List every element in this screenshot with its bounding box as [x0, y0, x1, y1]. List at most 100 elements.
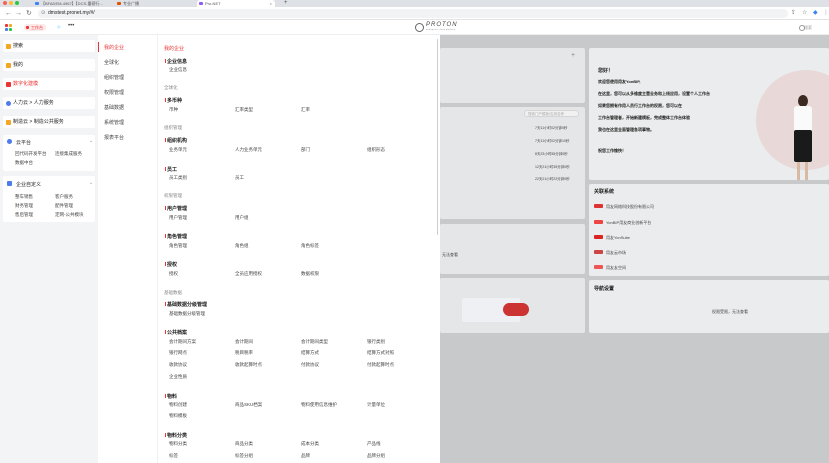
- round-icon[interactable]: ◎: [57, 24, 62, 30]
- menu2-item[interactable]: 组织形态: [367, 147, 385, 153]
- menu2-item[interactable]: 付款起算时点: [367, 362, 394, 368]
- related-system-link[interactable]: 用友网络科技股份有限公司: [594, 204, 654, 210]
- sidebar-item-search[interactable]: 搜索: [3, 40, 95, 52]
- menu2-item[interactable]: 物料创建: [169, 402, 187, 408]
- welcome-line: 如果您拥有作用人员行工作台的权限，您可以在: [598, 103, 682, 108]
- menu2-item[interactable]: 成本分类: [301, 441, 319, 447]
- menu2-item[interactable]: 物料分类: [169, 441, 187, 447]
- menu1-basic-data[interactable]: 基础数据: [104, 104, 124, 111]
- related-system-link[interactable]: 用友YonSuite: [594, 235, 630, 241]
- custom-item[interactable]: 整车销售: [15, 194, 33, 200]
- menu2-item[interactable]: 企业信息: [169, 67, 187, 73]
- menu2-item[interactable]: 数据权限: [301, 271, 319, 277]
- menu2-item[interactable]: 汇率: [301, 107, 310, 113]
- menu2-item[interactable]: 角色组: [235, 243, 249, 249]
- menu2-item[interactable]: 用户管理: [169, 215, 187, 221]
- menu2-item[interactable]: 商品分类: [235, 441, 253, 447]
- zoom-window-button[interactable]: [15, 1, 19, 5]
- related-system-link[interactable]: YonBIP用友商业创新平台: [594, 220, 651, 226]
- menu1-my-enterprise[interactable]: 我的企业: [104, 44, 124, 51]
- menu2-item[interactable]: 员工类别: [169, 175, 187, 181]
- portal-search-input[interactable]: 搜索门户模板/应用名称: [524, 110, 579, 117]
- menu2-item[interactable]: 角色管理: [169, 243, 187, 249]
- menu1-org-management[interactable]: 组织管理: [104, 74, 124, 81]
- enterprise-custom-header[interactable]: 企业自定义 ⌄: [7, 180, 93, 188]
- sidebar-item-digital-modeling[interactable]: 数字化建模: [3, 78, 95, 90]
- menu2-item[interactable]: 全员应用授权: [235, 271, 262, 277]
- cloud-item[interactable]: 数据中台: [15, 160, 33, 166]
- menu-scrollbar[interactable]: [437, 39, 438, 235]
- sidebar-item-manufacturing-cloud[interactable]: 制造云 > 制造公共服务: [3, 116, 95, 128]
- cloud-item[interactable]: 回代码开发平台: [15, 151, 47, 157]
- menu2-item[interactable]: 企业性质: [169, 374, 187, 380]
- menu2-item[interactable]: 用户组: [235, 215, 249, 221]
- cloud-platform-header[interactable]: 云平台 ⌄: [7, 138, 93, 146]
- menu2-item[interactable]: 币种: [169, 107, 178, 113]
- menu2-item[interactable]: 角色标签: [301, 243, 319, 249]
- custom-item[interactable]: 客户服务: [55, 194, 73, 200]
- close-tab-icon[interactable]: ×: [270, 0, 272, 7]
- menu1-permission-management[interactable]: 权限管理: [104, 89, 124, 96]
- menu2-item[interactable]: 银行网点: [169, 350, 187, 356]
- menu2-item[interactable]: 品牌分组: [367, 453, 385, 459]
- browser-menu-icon[interactable]: ⋮: [823, 9, 829, 18]
- menu2-item[interactable]: 业务单元: [169, 147, 187, 153]
- custom-item[interactable]: 配件管理: [55, 203, 73, 209]
- menu2-item[interactable]: 结算方式对照: [367, 350, 394, 356]
- menu2-item[interactable]: 标签分组: [235, 453, 253, 459]
- new-tab-button[interactable]: +: [284, 0, 288, 6]
- menu2-item[interactable]: 员工: [235, 175, 244, 181]
- menu2-item[interactable]: 会计期间: [235, 339, 253, 345]
- header-search[interactable]: 搜索: [799, 24, 812, 31]
- related-system-link[interactable]: 用友云市场: [594, 250, 626, 256]
- menu2-item[interactable]: 标签: [169, 453, 178, 459]
- menu1-globalization[interactable]: 全球化: [104, 59, 119, 66]
- back-button[interactable]: ←: [5, 9, 12, 18]
- menu2-item[interactable]: 商品SKU档案: [235, 402, 262, 408]
- sidebar-item-hr-cloud[interactable]: 人力云 > 人力服务: [3, 97, 95, 109]
- menu2-item[interactable]: 品牌: [301, 453, 310, 459]
- illustration-lock-icon: [503, 303, 529, 316]
- cloud-item[interactable]: 连接集成服务: [55, 151, 82, 157]
- sidebar-item-mine[interactable]: 我的: [3, 59, 95, 71]
- menu2-item[interactable]: 物料模板: [169, 413, 187, 419]
- forward-button[interactable]: →: [15, 9, 22, 18]
- menu2-item[interactable]: 人力业务单元: [235, 147, 262, 153]
- extension-icon[interactable]: ◆: [813, 9, 818, 18]
- url-field[interactable]: ⊙ dmstest.pronet.my/#/: [38, 9, 788, 18]
- browser-tab-3[interactable]: Pro-NET ×: [197, 0, 275, 7]
- browser-tab-2[interactable]: 专业广播: [115, 0, 193, 7]
- custom-item[interactable]: 售后管理: [15, 212, 33, 218]
- menu2-item[interactable]: 税目税率: [235, 350, 253, 356]
- star-icon[interactable]: ☆: [802, 9, 807, 18]
- menu2-item[interactable]: 收款起算时点: [235, 362, 262, 368]
- reload-button[interactable]: ↻: [26, 9, 32, 18]
- custom-item[interactable]: 定网-公共模块: [55, 212, 84, 218]
- more-icon[interactable]: •••: [68, 23, 74, 29]
- menu2-item[interactable]: 产品线: [367, 441, 381, 447]
- menu1-report-platform[interactable]: 报表平台: [104, 134, 124, 141]
- share-icon[interactable]: ⇪: [791, 9, 796, 18]
- minimize-window-button[interactable]: [9, 1, 13, 5]
- menu2-item[interactable]: 结算方式: [301, 350, 319, 356]
- menu-level-2: 我的企业 企业信息 企业信息 全球化 多币种 币种 汇率类型 汇率 组织管理 组…: [158, 35, 440, 463]
- menu2-item[interactable]: 银行类别: [367, 339, 385, 345]
- menu2-item[interactable]: 收款协议: [169, 362, 187, 368]
- menu2-item[interactable]: 付款协议: [301, 362, 319, 368]
- menu2-item[interactable]: 计量单位: [367, 402, 385, 408]
- add-icon[interactable]: +: [571, 52, 575, 59]
- menu1-system-management[interactable]: 系统管理: [104, 119, 124, 126]
- menu2-item[interactable]: 基础数据分级管理: [169, 311, 205, 317]
- menu2-item[interactable]: 汇率类型: [235, 107, 253, 113]
- menu2-item[interactable]: 部门: [301, 147, 310, 153]
- menu2-item[interactable]: 授权: [169, 271, 178, 277]
- close-window-button[interactable]: [3, 1, 7, 5]
- menu2-item[interactable]: 会计期间类型: [301, 339, 328, 345]
- menu2-item[interactable]: 物料使用信息维护: [301, 402, 337, 408]
- workspace-button[interactable]: 工作台: [24, 24, 46, 31]
- browser-tab-1[interactable]: 【BFADEM-4967】【DCS-重磅行...: [33, 0, 113, 7]
- menu2-item[interactable]: 会计期间方案: [169, 339, 196, 345]
- custom-item[interactable]: 财务管理: [15, 203, 33, 209]
- app-grid-icon[interactable]: [5, 24, 13, 32]
- related-system-link[interactable]: 用友友空间: [594, 265, 626, 271]
